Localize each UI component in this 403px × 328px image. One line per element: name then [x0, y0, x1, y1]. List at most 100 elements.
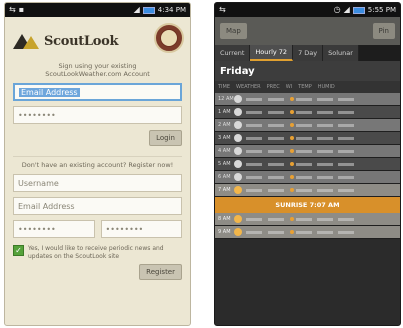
- wind-icon: [290, 162, 294, 166]
- hourly-rows: 12 AM 1 AM 2 AM 3 AM 4 AM 5 AM 6 AM 7 AM: [215, 93, 400, 197]
- row-time: 1 AM: [218, 109, 231, 115]
- forecast-tabs: Current Hourly 72 7 Day Solunar: [215, 45, 400, 61]
- row-cell-blur: [246, 136, 262, 140]
- table-row[interactable]: 6 AM: [215, 171, 400, 184]
- wind-icon: [290, 123, 294, 127]
- row-cell-blur: [246, 188, 262, 192]
- wind-icon: [290, 230, 294, 234]
- row-cell-blur: [268, 136, 284, 140]
- table-row[interactable]: 4 AM: [215, 145, 400, 158]
- table-row[interactable]: 7 AM: [215, 184, 400, 197]
- wind-icon: [290, 110, 294, 114]
- tent-logo-icon: [13, 33, 39, 49]
- tab-current[interactable]: Current: [215, 45, 251, 61]
- row-cell-blur: [296, 136, 312, 140]
- wind-icon: [290, 136, 294, 140]
- row-cell-blur: [338, 217, 354, 221]
- row-cell-blur: [317, 136, 333, 140]
- wind-icon: [290, 217, 294, 221]
- wind-icon: [290, 175, 294, 179]
- login-email-field[interactable]: Email Address: [13, 83, 182, 101]
- row-cell-blur: [296, 175, 312, 179]
- register-confirm-field[interactable]: ••••••••: [100, 220, 182, 238]
- row-cell-blur: [317, 230, 333, 234]
- row-cell-blur: [268, 149, 284, 153]
- login-button[interactable]: Login: [149, 130, 182, 146]
- newsletter-checkbox[interactable]: ✓: [13, 245, 24, 256]
- map-button[interactable]: Map: [220, 23, 247, 39]
- tab-solunar[interactable]: Solunar: [323, 45, 359, 61]
- brand-header: ScoutLook: [13, 21, 184, 61]
- table-row[interactable]: 5 AM: [215, 158, 400, 171]
- row-cell-blur: [296, 110, 312, 114]
- table-row[interactable]: 3 AM: [215, 132, 400, 145]
- row-time: 3 AM: [218, 135, 231, 141]
- row-cell-blur: [246, 110, 262, 114]
- login-screen: ⇆ ▪ ◢ 4:34 PM ScoutLook Sign using your e…: [4, 2, 191, 326]
- row-cell-blur: [338, 123, 354, 127]
- status-time: 4:34 PM: [157, 6, 186, 14]
- top-menu: Map Pin: [215, 17, 400, 45]
- row-cell-blur: [317, 188, 333, 192]
- row-cell-blur: [246, 230, 262, 234]
- register-email-field[interactable]: Email Address: [13, 197, 182, 215]
- moon-icon: [234, 147, 242, 155]
- row-cell-blur: [317, 217, 333, 221]
- moon-icon: [234, 173, 242, 181]
- row-cell-blur: [338, 188, 354, 192]
- wind-icon: [290, 149, 294, 153]
- row-cell-blur: [338, 230, 354, 234]
- table-row[interactable]: 9 AM: [215, 226, 400, 239]
- table-row[interactable]: 2 AM: [215, 119, 400, 132]
- usb-icon: ⇆: [9, 5, 16, 14]
- row-cell-blur: [246, 149, 262, 153]
- sunrise-banner: SUNRISE 7:07 AM: [215, 197, 400, 213]
- row-cell-blur: [296, 123, 312, 127]
- signal-icon: ◢: [133, 5, 140, 14]
- row-cell-blur: [296, 230, 312, 234]
- row-cell-blur: [246, 123, 262, 127]
- row-cell-blur: [268, 188, 284, 192]
- tab-7day[interactable]: 7 Day: [293, 45, 324, 61]
- row-cell-blur: [317, 175, 333, 179]
- tab-hourly[interactable]: Hourly 72: [250, 45, 294, 61]
- status-bar: ⇆ ▪ ◢ 4:34 PM: [5, 3, 190, 17]
- seal-badge-icon: [154, 23, 184, 53]
- row-cell-blur: [296, 149, 312, 153]
- row-cell-blur: [246, 97, 262, 101]
- status-time: 5:55 PM: [367, 6, 396, 14]
- sun-icon: [234, 186, 242, 194]
- row-cell-blur: [317, 149, 333, 153]
- pin-button[interactable]: Pin: [372, 23, 395, 39]
- row-cell-blur: [268, 217, 284, 221]
- battery-icon: [142, 6, 155, 14]
- usb-icon: ⇆: [219, 5, 226, 14]
- moon-icon: [234, 160, 242, 168]
- row-cell-blur: [268, 97, 284, 101]
- register-password-field[interactable]: ••••••••: [13, 220, 95, 238]
- row-cell-blur: [338, 162, 354, 166]
- row-cell-blur: [317, 110, 333, 114]
- column-headers: TIME WEATHER PREC WI TEMP HUMID: [215, 81, 400, 93]
- battery-icon: [352, 6, 365, 14]
- login-password-field[interactable]: ••••••••: [13, 106, 182, 124]
- sun-icon: [234, 215, 242, 223]
- table-row[interactable]: 1 AM: [215, 106, 400, 119]
- row-cell-blur: [296, 217, 312, 221]
- table-row[interactable]: 8 AM: [215, 213, 400, 226]
- row-cell-blur: [338, 97, 354, 101]
- day-heading: Friday: [215, 61, 400, 81]
- table-row[interactable]: 12 AM: [215, 93, 400, 106]
- row-cell-blur: [268, 175, 284, 179]
- notification-icon: ▪: [18, 5, 25, 14]
- register-username-field[interactable]: Username: [13, 174, 182, 192]
- register-button[interactable]: Register: [139, 264, 182, 280]
- wind-icon: [290, 188, 294, 192]
- row-cell-blur: [338, 175, 354, 179]
- moon-icon: [234, 95, 242, 103]
- row-time: 2 AM: [218, 122, 231, 128]
- row-time: 5 AM: [218, 161, 231, 167]
- row-time: 7 AM: [218, 187, 231, 193]
- signin-subtext: Sign using your existing ScoutLookWeathe…: [45, 62, 150, 78]
- row-cell-blur: [338, 110, 354, 114]
